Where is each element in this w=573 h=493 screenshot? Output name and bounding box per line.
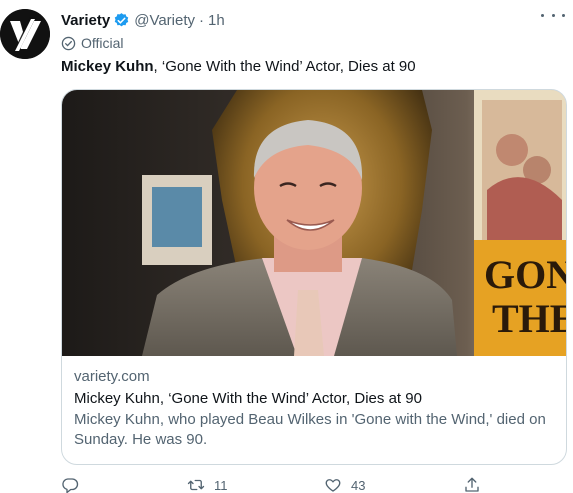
retweet-button[interactable]: 11 (187, 476, 228, 493)
verified-badge-icon (114, 12, 129, 26)
reply-button[interactable] (61, 476, 79, 493)
author-name[interactable]: Variety (61, 12, 110, 29)
author-handle[interactable]: @Variety (134, 12, 195, 29)
tweet-text-bold: Mickey Kuhn (61, 58, 154, 75)
share-button[interactable] (463, 476, 481, 493)
card-description: Mickey Kuhn, who played Beau Wilkes in '… (74, 411, 546, 448)
tweet-text: Mickey Kuhn, ‘Gone With the Wind’ Actor,… (61, 58, 416, 75)
link-card[interactable]: GON THE variety.com Mickey Kuhn, ‘Gone W… (61, 89, 567, 465)
poster-text-1: GON (484, 252, 567, 297)
official-label-text: Official (81, 35, 124, 51)
like-icon (325, 479, 341, 492)
card-body: variety.com Mickey Kuhn, ‘Gone With the … (74, 368, 554, 450)
poster-text-2: THE (492, 296, 567, 341)
like-count: 43 (351, 477, 366, 493)
card-title: Mickey Kuhn, ‘Gone With the Wind’ Actor,… (74, 390, 422, 407)
official-label-icon (61, 36, 76, 50)
tweet-text-rest: , ‘Gone With the Wind’ Actor, Dies at 90 (153, 58, 416, 75)
retweet-icon (187, 479, 205, 491)
reply-icon (62, 478, 79, 493)
share-icon (465, 477, 479, 492)
like-button[interactable]: 43 (324, 476, 365, 493)
variety-logo-icon (0, 9, 50, 59)
card-domain: variety.com (74, 368, 150, 385)
tweet-header: Variety @Variety · 1h (61, 10, 561, 30)
more-icon[interactable] (541, 8, 565, 22)
action-bar: 11 43 (61, 476, 491, 493)
card-image[interactable]: GON THE (62, 90, 567, 356)
separator-dot: · (199, 11, 205, 29)
tweet-time[interactable]: 1h (208, 12, 225, 29)
avatar[interactable] (0, 9, 50, 59)
retweet-count: 11 (214, 477, 228, 493)
official-label: Official (61, 35, 124, 51)
